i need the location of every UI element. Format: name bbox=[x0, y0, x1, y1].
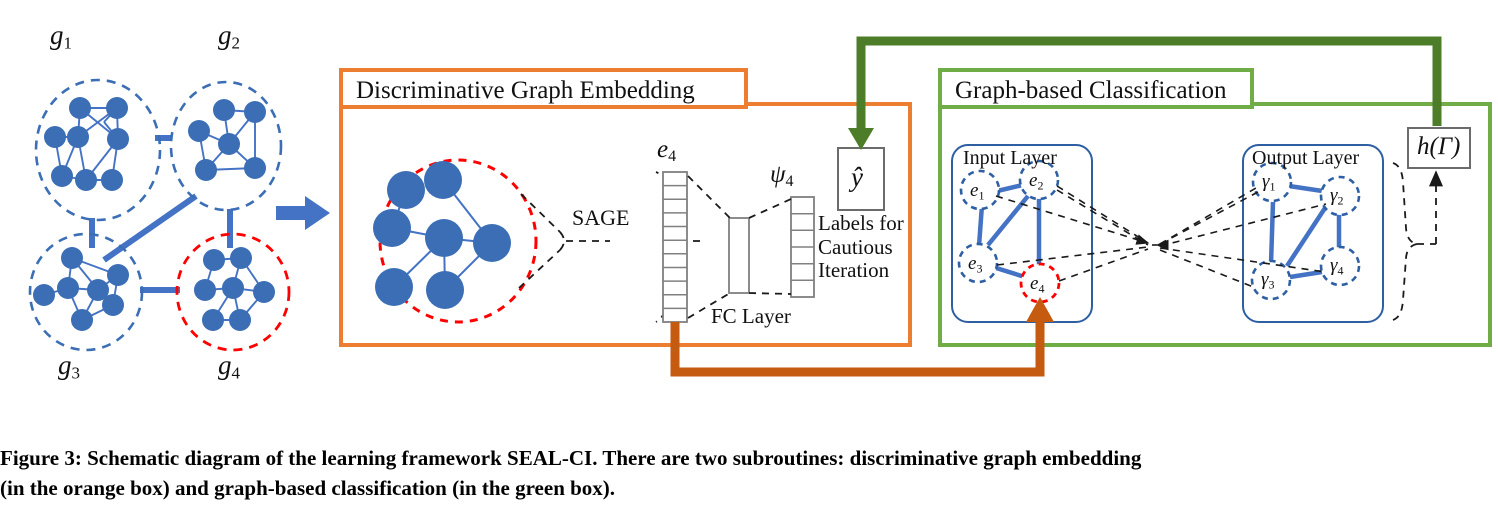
diagram-svg bbox=[28, 36, 1492, 377]
graph-of-graphs bbox=[28, 78, 330, 352]
cluster-g1 bbox=[34, 78, 162, 222]
output-node-gamma3: γ3 bbox=[1261, 269, 1275, 292]
output-brace bbox=[1392, 162, 1444, 321]
caption-line-1: Figure 3: Schematic diagram of the learn… bbox=[0, 446, 1142, 470]
embedding-vector-e4 bbox=[662, 171, 688, 323]
embedding-vector-psi4 bbox=[790, 196, 815, 298]
input-node-e3: e3 bbox=[968, 253, 983, 276]
output-node-gamma2: γ2 bbox=[1330, 185, 1344, 208]
vector-label-psi4: ψ4 bbox=[770, 161, 794, 190]
cluster-g2 bbox=[169, 80, 283, 212]
cluster-label-g1: g1 bbox=[50, 20, 72, 53]
fc-layer-label: FC Layer bbox=[711, 304, 791, 328]
input-node-e4: e4 bbox=[1030, 273, 1045, 296]
green-feedback-arrowhead bbox=[848, 128, 874, 150]
orange-feedback-arrowhead bbox=[1026, 297, 1054, 322]
caption-line-2: (in the orange box) and graph-based clas… bbox=[0, 476, 616, 501]
cluster-g4 bbox=[175, 232, 291, 352]
classification-box-frame bbox=[938, 68, 1492, 347]
output-node-gamma4: γ4 bbox=[1330, 255, 1344, 278]
fc-layer-block bbox=[728, 217, 750, 294]
figure-canvas: g1 g2 g3 g4 Discriminative Graph Embeddi… bbox=[0, 0, 1498, 517]
edge-g2-g3 bbox=[102, 193, 198, 263]
input-layer-label: Input Layer bbox=[963, 147, 1057, 169]
classification-box-title: Graph-based Classification bbox=[955, 77, 1227, 104]
sage-label: SAGE bbox=[572, 205, 630, 230]
cautious-line-1: Labels for bbox=[818, 211, 904, 235]
embedding-box-title: Discriminative Graph Embedding bbox=[356, 77, 695, 104]
input-node-e2: e2 bbox=[1029, 170, 1044, 193]
cluster-g3 bbox=[28, 232, 144, 352]
vector-label-e4: e4 bbox=[657, 136, 677, 165]
blue-right-arrow bbox=[276, 196, 330, 230]
cautious-line-3: Iteration bbox=[818, 258, 890, 283]
cautious-line-2: Cautious bbox=[818, 234, 893, 259]
h-gamma-label: h(Γ) bbox=[1417, 133, 1461, 160]
output-layer-label: Output Layer bbox=[1252, 147, 1360, 169]
input-node-e1: e1 bbox=[970, 180, 985, 203]
magnified-graph-g4 bbox=[373, 158, 610, 324]
cluster-label-g4: g4 bbox=[218, 350, 240, 383]
cluster-label-g2: g2 bbox=[218, 20, 240, 53]
cautious-iteration-caption: Labels for Cautious Iteration bbox=[818, 211, 904, 283]
output-node-gamma1: γ1 bbox=[1262, 171, 1276, 194]
yhat-label: ŷ bbox=[851, 162, 863, 192]
figure-caption: Figure 3: Schematic diagram of the learn… bbox=[0, 443, 1480, 504]
cluster-label-g3: g3 bbox=[58, 350, 80, 383]
